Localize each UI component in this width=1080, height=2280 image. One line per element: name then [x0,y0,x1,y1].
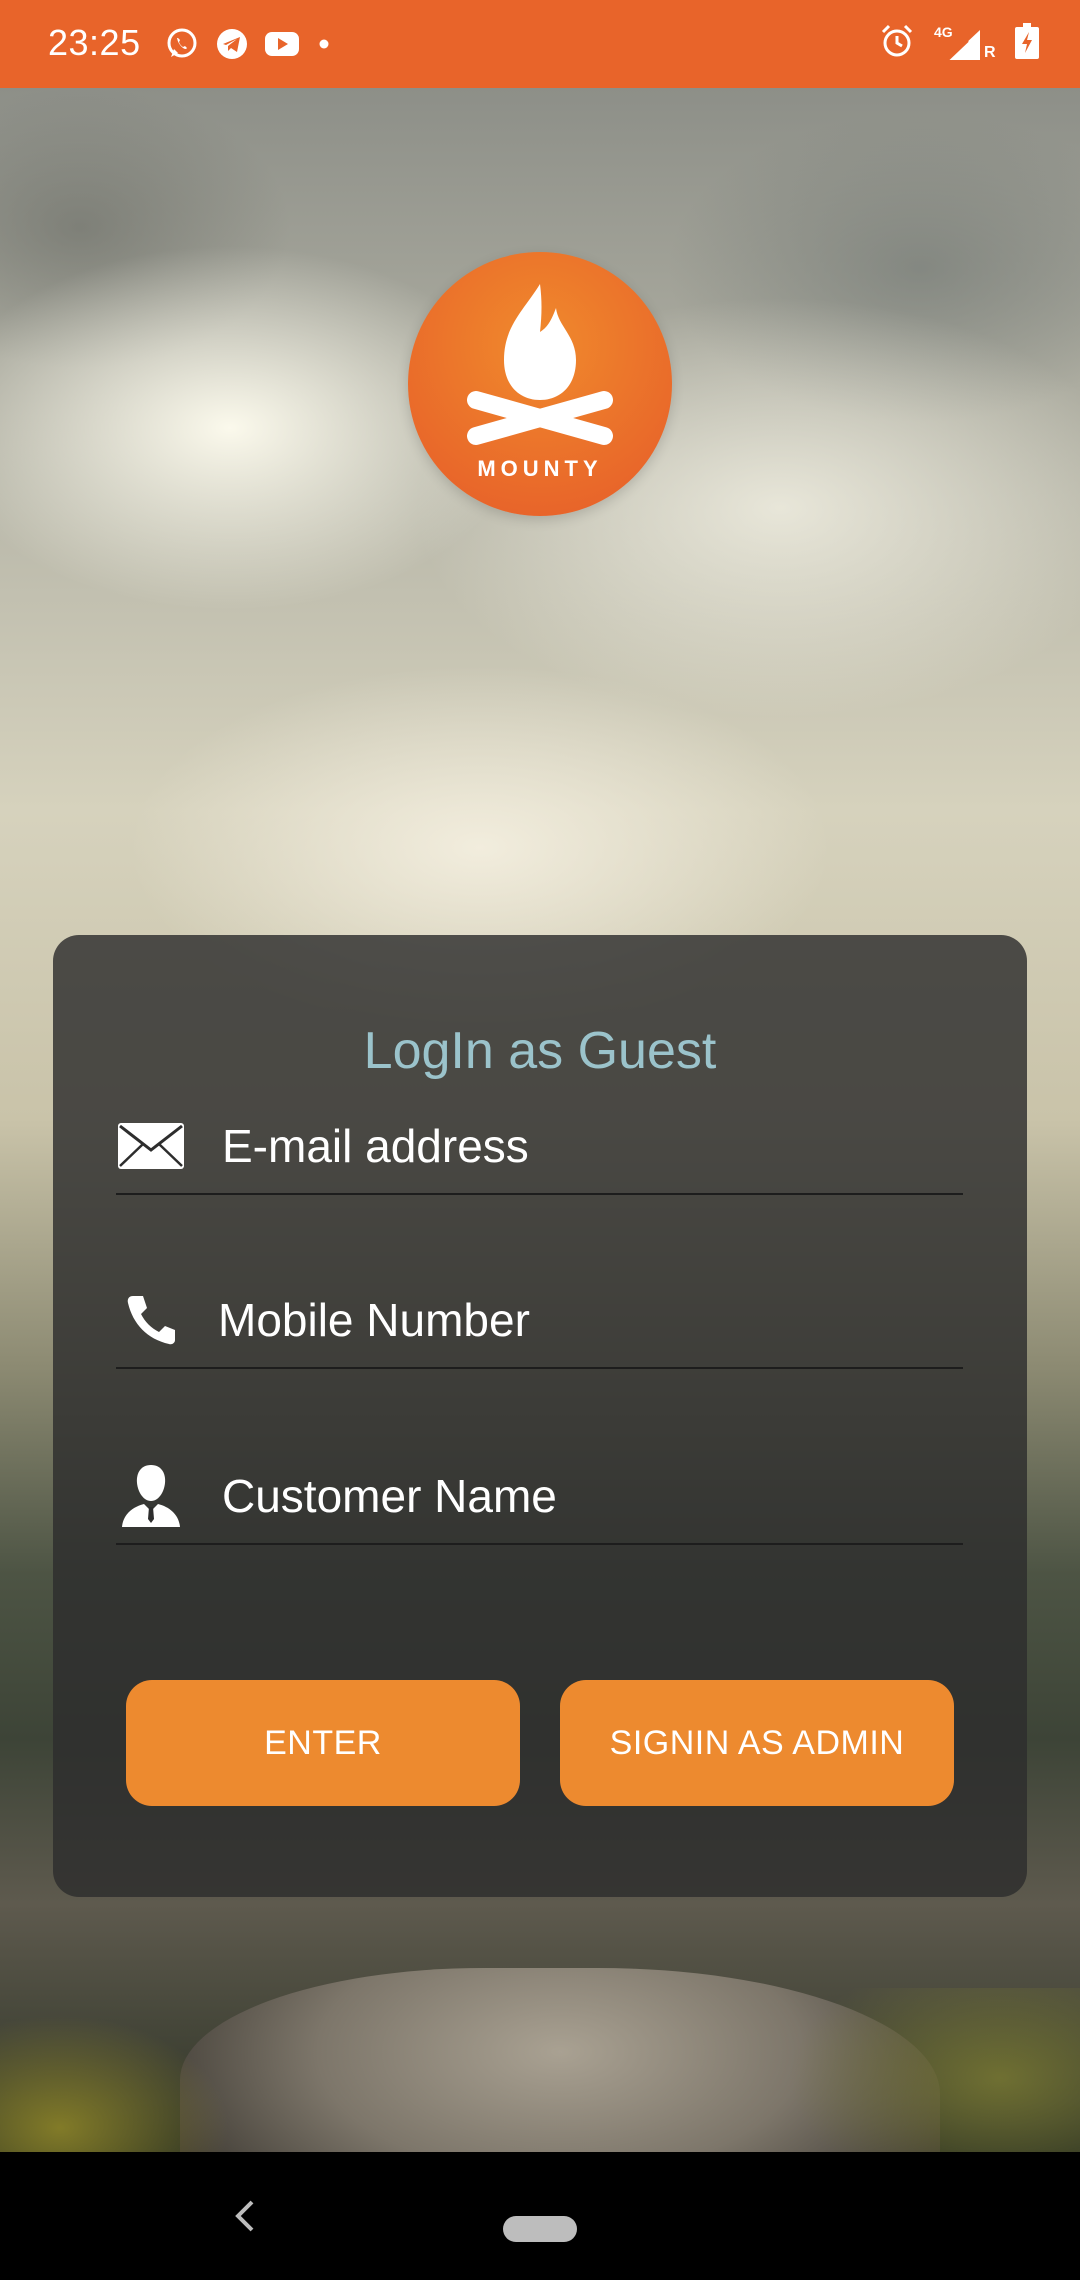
mobile-number-input[interactable] [218,1287,938,1353]
status-time: 23:25 [48,22,141,63]
battery-icon [1014,22,1040,65]
card-title: LogIn as Guest [363,1022,717,1080]
signin-as-admin-button[interactable]: SIGNIN AS ADMIN [560,1680,954,1806]
whatsapp-icon [164,26,200,67]
telegram-icon [214,26,250,67]
system-status-icons: 4G R [878,22,1040,65]
back-icon[interactable] [224,2192,264,2240]
navigation-bar [0,2152,1080,2280]
phone-icon [116,1285,186,1355]
email-input[interactable] [222,1113,942,1179]
mobile-field [116,1277,963,1369]
youtube-icon [264,29,300,64]
roaming-label: R [984,43,996,61]
email-field [116,1103,963,1195]
customer-name-field [116,1453,963,1545]
enter-button[interactable]: ENTER [126,1680,520,1806]
mail-icon [116,1111,186,1181]
person-icon [116,1461,186,1531]
logo-text: MOUNTY [477,456,603,481]
home-pill-icon[interactable] [503,2216,577,2242]
guest-login-screen: 23:25 4G R MOUNTY LogIn as Guest E-mail … [0,0,1080,2280]
dot-icon [314,34,334,59]
signal-icon: 4G R [934,24,996,64]
status-bar: 23:25 4G R [0,0,1080,88]
notification-icons [164,26,334,67]
mounty-logo: MOUNTY [408,252,672,516]
alarm-icon [878,22,916,65]
customer-name-input[interactable] [222,1463,942,1529]
guest-login-card: LogIn as Guest E-mail address Mobile Num… [53,935,1027,1897]
